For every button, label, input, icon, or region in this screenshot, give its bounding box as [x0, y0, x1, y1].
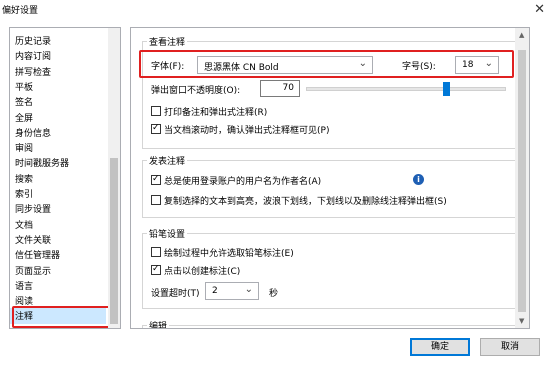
sidebar-item[interactable]: 拼写检查	[15, 65, 51, 78]
sidebar-item[interactable]: 全屏	[15, 111, 33, 124]
print-label: 打印备注和弹出式注释(R)	[164, 108, 268, 118]
opacity-value: 70	[282, 83, 294, 93]
opacity-label: 弹出窗口不透明度(O):	[151, 86, 241, 96]
timeout-value: 2	[212, 286, 218, 296]
username-label: 总是使用登录账户的用户名为作者名(A)	[164, 177, 322, 187]
copy-text-checkbox[interactable]	[151, 195, 161, 205]
sidebar-item[interactable]: 审阅	[15, 141, 33, 154]
sidebar-item[interactable]: 文档	[15, 218, 33, 231]
opacity-input[interactable]: 70	[260, 80, 300, 97]
timeout-label: 设置超时(T)	[151, 289, 200, 299]
sidebar-item[interactable]: 信任管理器	[15, 248, 60, 261]
info-icon[interactable]: i	[413, 174, 424, 185]
sidebar-item[interactable]: 历史记录	[15, 34, 51, 47]
edit-group	[142, 325, 518, 328]
copy-text-label: 复制选择的文本到高亮，波浪下划线，下划线以及删除线注释弹出框(S)	[164, 197, 447, 207]
check-icon: ✓	[152, 123, 160, 133]
pencil-select-checkbox[interactable]	[151, 247, 161, 257]
pencil-group-title: 铅笔设置	[147, 227, 188, 240]
publish-annotations-group	[142, 160, 518, 218]
view-group-title: 查看注释	[147, 35, 188, 48]
sidebar-item[interactable]: 内容订阅	[15, 49, 51, 62]
edit-group-title: 编辑	[147, 319, 170, 328]
opacity-slider-knob[interactable]	[443, 82, 450, 96]
category-list[interactable]: 历史记录内容订阅拼写检查平板签名全屏身份信息审阅时间戳服务器 搜索索引同步设置文档…	[9, 27, 121, 329]
settings-panel: 查看注释 字体(F): 思源黑体 CN Bold ⌄ 字号(S): 18 ⌄ 弹…	[130, 27, 530, 329]
sidebar-item[interactable]: 签名	[15, 95, 33, 108]
click-create-checkbox[interactable]: ✓	[151, 264, 161, 275]
window-title: 偏好设置	[2, 6, 39, 16]
timeout-select[interactable]: 2 ⌄	[205, 282, 259, 300]
sidebar-item[interactable]: 同步设置	[15, 202, 51, 215]
scroll-up-icon[interactable]: ▲	[519, 31, 524, 39]
scroll-visible-label: 当文档滚动时，确认弹出式注释框可见(P)	[164, 126, 330, 136]
opacity-slider-track[interactable]	[306, 87, 506, 91]
sidebar-item[interactable]: 语言	[15, 279, 33, 292]
ok-button[interactable]: 确定	[410, 338, 470, 356]
font-annotation-box	[139, 50, 514, 78]
publish-group-title: 发表注释	[147, 154, 188, 167]
check-icon: ✓	[152, 174, 160, 184]
sidebar-item[interactable]: 平板	[15, 80, 33, 93]
panel-scrollbar[interactable]: ▲ ▼	[515, 28, 529, 328]
chevron-down-icon: ⌄	[244, 284, 253, 295]
panel-scroll-thumb[interactable]	[518, 50, 526, 312]
sidebar-item[interactable]: 页面显示	[15, 264, 51, 277]
pencil-select-label: 绘制过程中允许选取铅笔标注(E)	[164, 249, 294, 259]
close-icon[interactable]: ✕	[534, 2, 545, 17]
click-create-label: 点击以创建标注(C)	[164, 267, 241, 277]
selection-annotation-box	[12, 306, 120, 328]
username-checkbox[interactable]: ✓	[151, 174, 161, 185]
timeout-unit: 秒	[269, 289, 279, 299]
cancel-button[interactable]: 取消	[480, 338, 540, 356]
print-checkbox[interactable]	[151, 106, 161, 116]
title-bar: 偏好设置 ✕	[0, 0, 554, 22]
scroll-visible-checkbox[interactable]: ✓	[151, 123, 161, 134]
sidebar-item[interactable]: 索引	[15, 187, 33, 200]
scroll-down-icon[interactable]: ▼	[519, 317, 524, 325]
sidebar-item[interactable]: 文件关联	[15, 233, 51, 246]
sidebar-item[interactable]: 搜索	[15, 172, 33, 185]
sidebar-scrollbar[interactable]	[108, 28, 120, 328]
sidebar-item[interactable]: 身份信息	[15, 126, 51, 139]
check-icon: ✓	[152, 264, 160, 274]
sidebar-scroll-thumb[interactable]	[110, 158, 118, 324]
sidebar-item[interactable]: 时间戳服务器	[15, 156, 69, 169]
